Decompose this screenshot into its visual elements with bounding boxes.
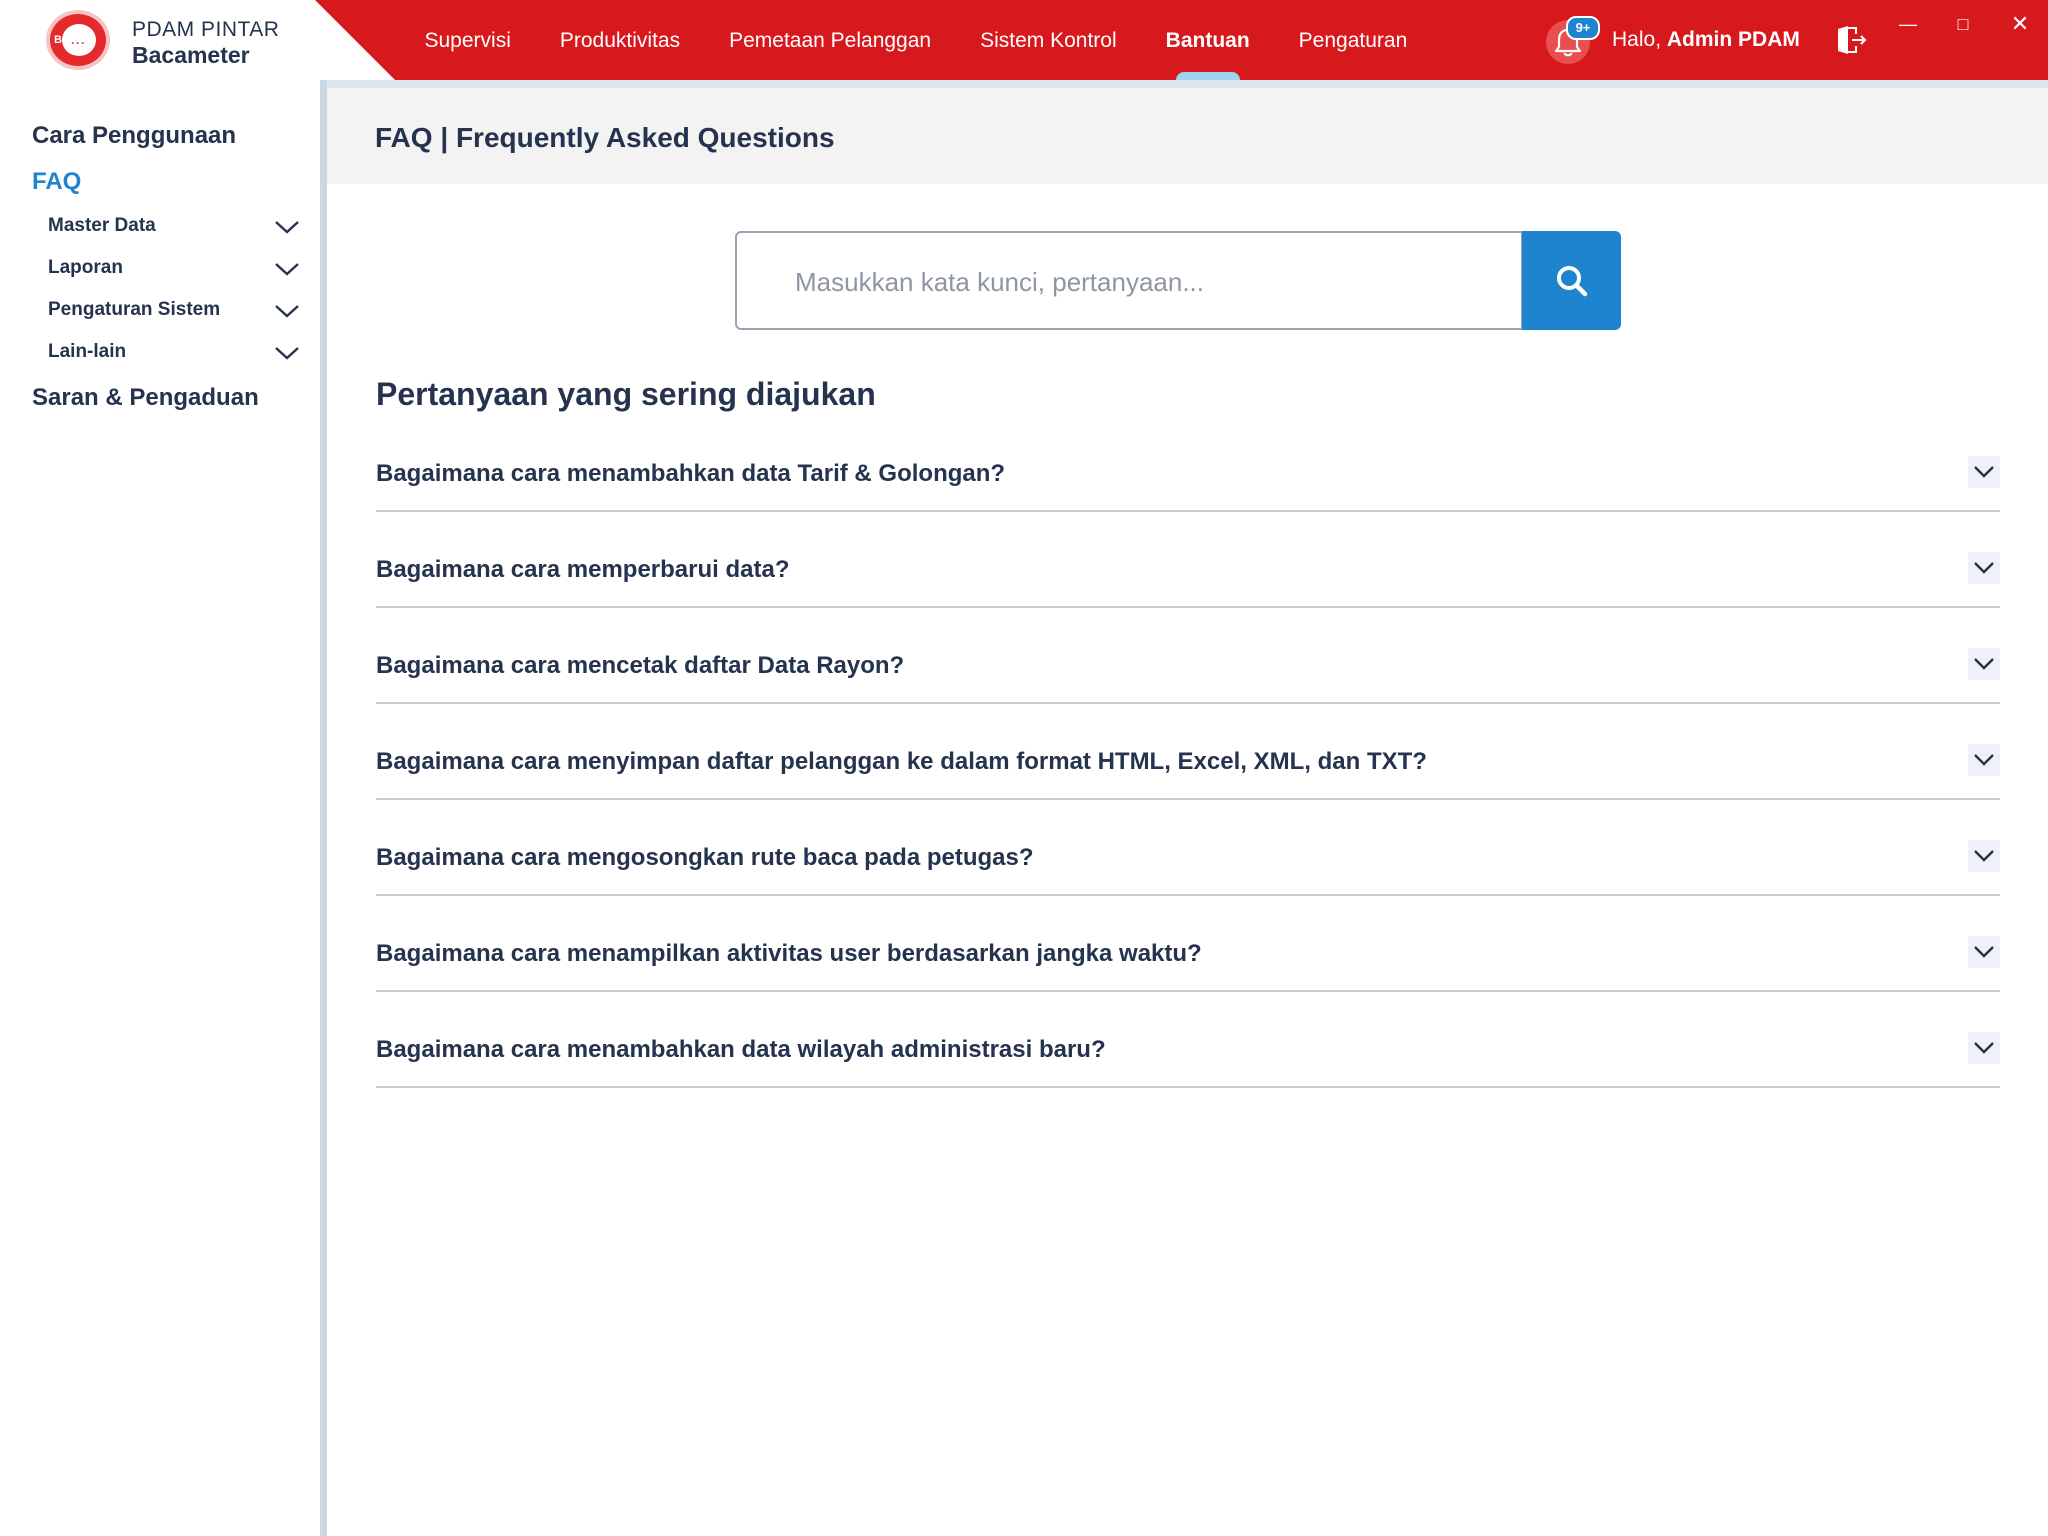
sidebar-subitem-label: Master Data <box>48 215 156 236</box>
nav-item-pemetaan-pelanggan[interactable]: Pemetaan Pelanggan <box>705 0 956 80</box>
nav-item-pengaturan[interactable]: Pengaturan <box>1274 0 1432 80</box>
faq-item[interactable]: Bagaimana cara menampilkan aktivitas use… <box>376 920 2000 992</box>
chevron-down-icon[interactable] <box>1968 456 2000 488</box>
user-greeting: Halo, Admin PDAM <box>1612 28 1800 52</box>
faq-question: Bagaimana cara menambahkan data wilayah … <box>376 1036 1106 1063</box>
sidebar-divider <box>320 80 327 1536</box>
chevron-down-icon[interactable] <box>1968 744 2000 776</box>
sidebar-item-cara-penggunaan[interactable]: Cara Penggunaan <box>32 122 236 150</box>
nav-item-supervisi[interactable]: Supervisi <box>400 0 535 80</box>
chevron-down-icon <box>275 305 299 318</box>
chevron-down-icon[interactable] <box>1968 648 2000 680</box>
faq-item[interactable]: Bagaimana cara menambahkan data Tarif & … <box>376 440 2000 512</box>
chevron-down-icon[interactable] <box>1968 840 2000 872</box>
chevron-down-icon[interactable] <box>1968 936 2000 968</box>
faq-question: Bagaimana cara memperbarui data? <box>376 556 790 583</box>
search-box <box>735 231 1523 330</box>
chevron-down-icon <box>275 263 299 276</box>
nav-item-sistem-kontrol[interactable]: Sistem Kontrol <box>956 0 1142 80</box>
faq-item[interactable]: Bagaimana cara mengosongkan rute baca pa… <box>376 824 2000 896</box>
sidebar-subitem-pengaturan-sistem[interactable]: Pengaturan Sistem <box>48 299 300 321</box>
sidebar-item-faq[interactable]: FAQ <box>32 168 81 196</box>
search-button[interactable] <box>1522 231 1621 330</box>
window-maximize-button[interactable]: □ <box>1948 12 1978 36</box>
sidebar-subitem-master-data[interactable]: Master Data <box>48 215 300 237</box>
faq-question: Bagaimana cara mengosongkan rute baca pa… <box>376 844 1034 871</box>
page-header: FAQ | Frequently Asked Questions <box>327 88 2048 184</box>
chevron-down-icon[interactable] <box>1968 1032 2000 1064</box>
page-title: FAQ | Frequently Asked Questions <box>375 122 835 153</box>
faq-question: Bagaimana cara mencetak daftar Data Rayo… <box>376 652 905 679</box>
greeting-prefix: Halo, <box>1612 28 1662 51</box>
main-nav: Supervisi Produktivitas Pemetaan Pelangg… <box>400 0 1432 80</box>
faq-item[interactable]: Bagaimana cara mencetak daftar Data Rayo… <box>376 632 2000 704</box>
window-minimize-button[interactable]: — <box>1893 12 1923 36</box>
sidebar-subitem-label: Laporan <box>48 257 123 278</box>
faq-question: Bagaimana cara menampilkan aktivitas use… <box>376 940 1202 967</box>
sidebar-subitem-label: Lain-lain <box>48 341 127 362</box>
search-icon <box>1557 266 1588 297</box>
chevron-down-icon <box>275 221 299 234</box>
sidebar-subitem-label: Pengaturan Sistem <box>48 299 221 320</box>
faq-item[interactable]: Bagaimana cara memperbarui data? <box>376 536 2000 608</box>
logout-icon[interactable] <box>1832 22 1868 58</box>
app-logo-icon: Bm ··· <box>46 10 110 70</box>
faq-question: Bagaimana cara menambahkan data Tarif & … <box>376 460 1006 487</box>
faq-item[interactable]: Bagaimana cara menambahkan data wilayah … <box>376 1016 2000 1088</box>
window-close-button[interactable]: ✕ <box>2005 12 2035 36</box>
faq-item[interactable]: Bagaimana cara menyimpan daftar pelangga… <box>376 728 2000 800</box>
sidebar-item-saran-pengaduan[interactable]: Saran & Pengaduan <box>32 384 259 412</box>
sidebar-subitem-laporan[interactable]: Laporan <box>48 257 300 279</box>
logo-text: Bm <box>54 34 72 46</box>
user-name: Admin PDAM <box>1666 28 1800 51</box>
nav-item-produktivitas[interactable]: Produktivitas <box>535 0 704 80</box>
notification-badge: 9+ <box>1566 16 1600 40</box>
faq-question: Bagaimana cara menyimpan daftar pelangga… <box>376 748 1427 775</box>
nav-item-bantuan[interactable]: Bantuan <box>1141 0 1274 80</box>
chevron-down-icon <box>275 347 299 360</box>
brand-title: PDAM PINTAR <box>132 18 280 41</box>
brand-subtitle: Bacameter <box>132 42 250 68</box>
chevron-down-icon[interactable] <box>1968 552 2000 584</box>
sidebar-subitem-lain-lain[interactable]: Lain-lain <box>48 341 300 363</box>
search-input[interactable] <box>793 263 1497 301</box>
faq-section-title: Pertanyaan yang sering diajukan <box>376 376 876 412</box>
